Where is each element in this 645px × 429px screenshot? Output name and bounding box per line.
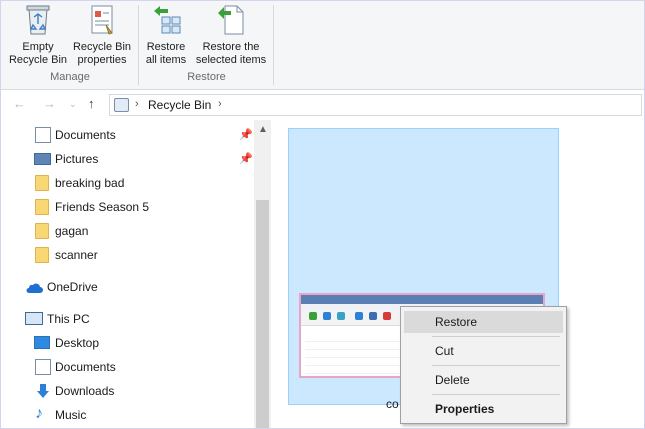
ribbon-group-label-manage: Manage <box>50 71 90 83</box>
back-arrow-icon[interactable]: ← <box>13 96 26 111</box>
scrollbar-thumb[interactable] <box>256 200 269 428</box>
breadcrumb-chevron-icon[interactable]: › <box>135 98 139 110</box>
downloads-icon <box>35 383 51 399</box>
nav-item-label: Documents <box>55 128 116 142</box>
menu-separator <box>432 394 560 395</box>
ribbon-group-manage: Empty Recycle Bin Recycle Bin properties… <box>1 1 139 89</box>
folder-icon <box>35 199 49 215</box>
context-menu-label: Restore <box>435 315 478 329</box>
up-arrow-icon[interactable]: ↑ <box>88 96 95 111</box>
nav-item-gagan[interactable]: gagan <box>1 220 253 242</box>
nav-item-label: Pictures <box>55 152 99 166</box>
nav-item-downloads[interactable]: Downloads <box>1 380 253 402</box>
recycle-bin-icon <box>22 3 54 37</box>
nav-item-label: Friends Season 5 <box>55 200 150 214</box>
chevron-down-icon[interactable]: ⌄ <box>69 99 77 110</box>
nav-item-label: Desktop <box>55 336 100 350</box>
nav-item-label: OneDrive <box>47 280 98 294</box>
nav-item-this-pc[interactable]: This PC <box>1 308 253 330</box>
empty-recycle-bin-label: Empty Recycle Bin <box>8 41 68 66</box>
context-menu-label: Properties <box>435 402 495 416</box>
nav-item-pictures[interactable]: Pictures 📌 <box>1 148 253 170</box>
explorer-window: Empty Recycle Bin Recycle Bin properties… <box>0 0 645 429</box>
recycle-bin-properties-label: Recycle Bin properties <box>72 41 132 66</box>
context-menu-properties[interactable]: Properties <box>404 398 563 420</box>
context-menu: Restore Cut Delete Properties <box>400 306 567 424</box>
nav-item-label: scanner <box>55 248 98 262</box>
nav-item-friends-season-5[interactable]: Friends Season 5 <box>1 196 253 218</box>
context-menu-delete[interactable]: Delete <box>404 369 563 391</box>
nav-item-documents[interactable]: Documents <box>1 356 253 378</box>
folder-icon <box>35 223 49 239</box>
nav-item-label: gagan <box>55 224 89 238</box>
pin-icon[interactable]: 📌 <box>239 152 253 165</box>
scroll-up-icon[interactable]: ▲ <box>258 124 268 135</box>
nav-item-documents-quick[interactable]: Documents 📌 <box>1 124 253 146</box>
restore-selected-items-button[interactable]: Restore the selected items <box>191 3 271 67</box>
nav-item-label: Documents <box>55 360 116 374</box>
file-name-label: co <box>386 397 399 411</box>
ribbon-group-label-restore: Restore <box>187 71 226 83</box>
menu-separator <box>432 365 560 366</box>
desktop-icon <box>34 336 50 349</box>
context-menu-label: Delete <box>435 373 470 387</box>
nav-item-breaking-bad[interactable]: breaking bad <box>1 172 253 194</box>
documents-icon <box>35 127 51 143</box>
empty-recycle-bin-button[interactable]: Empty Recycle Bin <box>5 3 71 67</box>
nav-item-music[interactable]: ♪ Music <box>1 404 253 426</box>
breadcrumb-recycle-bin[interactable]: Recycle Bin <box>148 98 211 112</box>
this-pc-icon <box>25 312 43 325</box>
onedrive-icon <box>25 282 43 298</box>
context-menu-label: Cut <box>435 344 454 358</box>
pictures-icon <box>34 153 51 165</box>
ribbon-group-restore: Restore all items Restore the selected i… <box>139 1 274 89</box>
navigation-pane-scrollbar[interactable]: ▲ <box>254 120 271 428</box>
context-menu-restore[interactable]: Restore <box>404 311 563 333</box>
music-icon: ♪ <box>35 405 43 422</box>
properties-icon <box>86 3 118 37</box>
pin-icon[interactable]: 📌 <box>239 128 253 141</box>
forward-arrow-icon[interactable]: → <box>43 96 56 111</box>
restore-all-icon <box>150 3 182 37</box>
nav-item-onedrive[interactable]: OneDrive <box>1 276 253 298</box>
navigation-bar: ← → ⌄ ↑ › Recycle Bin › <box>1 90 644 120</box>
navigation-pane: Documents 📌 Pictures 📌 breaking bad Frie… <box>1 120 273 428</box>
address-bar[interactable]: › Recycle Bin › <box>109 94 642 116</box>
context-menu-cut[interactable]: Cut <box>404 340 563 362</box>
menu-separator <box>432 336 560 337</box>
nav-item-label: breaking bad <box>55 176 125 190</box>
breadcrumb-chevron-icon[interactable]: › <box>218 98 222 110</box>
restore-selected-items-label: Restore the selected items <box>195 41 267 66</box>
documents-icon <box>35 359 51 375</box>
ribbon: Empty Recycle Bin Recycle Bin properties… <box>1 1 644 90</box>
nav-item-scanner[interactable]: scanner <box>1 244 253 266</box>
restore-all-items-button[interactable]: Restore all items <box>141 3 191 67</box>
folder-icon <box>35 175 49 191</box>
ribbon-group-separator <box>273 5 274 85</box>
nav-item-desktop[interactable]: Desktop <box>1 332 253 354</box>
nav-item-label: Music <box>55 408 87 422</box>
recycle-bin-properties-button[interactable]: Recycle Bin properties <box>69 3 135 67</box>
nav-item-label: Downloads <box>55 384 115 398</box>
restore-selected-icon <box>215 3 247 37</box>
nav-item-label: This PC <box>47 312 90 326</box>
recycle-bin-icon <box>114 98 129 112</box>
restore-all-items-label: Restore all items <box>145 41 187 66</box>
folder-icon <box>35 247 49 263</box>
